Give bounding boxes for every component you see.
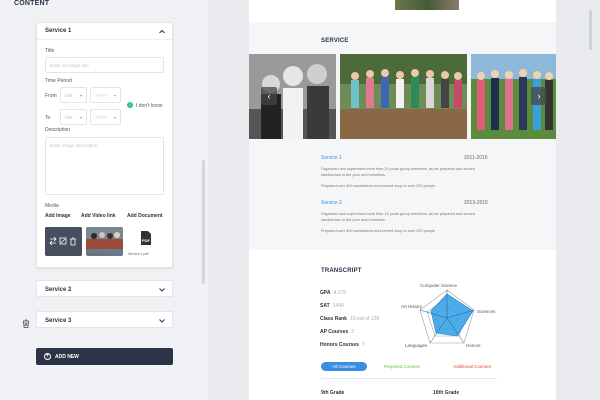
image-thumb-actions xyxy=(45,227,82,256)
to-month-value: MM xyxy=(65,114,73,120)
service-3-title: Service 3 xyxy=(45,317,72,324)
service-3-header[interactable]: Service 3 xyxy=(37,312,172,329)
dont-know-checkbox[interactable]: ✓ xyxy=(127,102,133,108)
time-period-label: Time Period xyxy=(45,78,72,84)
header-photo xyxy=(395,0,459,10)
transcript-row-sat: SAT 1440 xyxy=(320,303,344,309)
grade-9-label: 9th Grade xyxy=(321,390,345,396)
description-placeholder: Enter image description xyxy=(50,143,98,148)
add-video-link[interactable]: Add Video link xyxy=(81,213,116,219)
from-year-select[interactable]: YYYY ▾ xyxy=(90,87,121,103)
transcript-title: TRANSCRIPT xyxy=(321,268,362,274)
service-1-header[interactable]: Service 1 xyxy=(37,23,172,40)
entry-2-text-2: Prepared over 800 sandwiches and served … xyxy=(321,229,435,233)
trash-icon[interactable] xyxy=(22,315,30,328)
add-new-button[interactable]: + ADD NEW xyxy=(36,348,173,365)
to-year-value: YYYY xyxy=(95,114,108,120)
title-input[interactable]: Enter an image title xyxy=(45,57,164,73)
service-1-title: Service 1 xyxy=(45,28,72,34)
service-2-header[interactable]: Service 2 xyxy=(37,281,172,298)
svg-text:PDF: PDF xyxy=(142,238,151,243)
filter-required-courses[interactable]: Required Courses xyxy=(377,362,427,371)
honors-value: 7 xyxy=(361,342,365,348)
title-label: Title xyxy=(45,48,55,54)
transcript-row-honors: Honors Courses 7 xyxy=(320,342,365,348)
video-caption: Service 1.mp4 xyxy=(87,252,110,256)
radar-label-honors: Honors xyxy=(466,343,481,348)
honors-key: Honors Courses xyxy=(320,342,359,348)
service-3-card[interactable]: Service 3 xyxy=(36,311,173,328)
plus-icon: + xyxy=(44,353,51,360)
from-month-value: MM xyxy=(65,92,73,98)
description-textarea[interactable]: Enter image description xyxy=(45,137,164,195)
entry-1-text-2: Prepared over 800 sandwiches and served … xyxy=(321,184,435,188)
radar-label-sciences: Sciences xyxy=(477,309,496,314)
caret-down-icon: ▾ xyxy=(79,92,82,98)
editor-scrollbar[interactable] xyxy=(202,160,205,284)
service-2-card[interactable]: Service 2 xyxy=(36,280,173,297)
content-heading: CONTENT xyxy=(14,0,50,7)
editor-panel: CONTENT Service 1 Title Enter an image t… xyxy=(0,0,208,400)
service-1-card: Service 1 Title Enter an image title Tim… xyxy=(36,22,173,268)
media-label: Media xyxy=(45,203,59,209)
from-label: From xyxy=(45,93,57,99)
radar-label-languages: Languages xyxy=(405,343,428,348)
service-2-title: Service 2 xyxy=(45,286,72,293)
caret-down-icon: ▾ xyxy=(113,114,116,120)
chevron-down-icon[interactable] xyxy=(159,287,165,292)
entry-1-years: 2011-2016 xyxy=(464,155,488,161)
to-month-select[interactable]: MM ▾ xyxy=(60,109,87,125)
add-image-link[interactable]: Add Image xyxy=(45,213,71,219)
radar-label-cs: Computer Science xyxy=(420,283,458,288)
rank-key: Class Rank xyxy=(320,316,347,322)
to-label: To xyxy=(45,115,51,121)
caret-down-icon: ▾ xyxy=(113,92,116,98)
pdf-icon: PDF xyxy=(141,231,151,245)
canvas-gutter-left xyxy=(208,0,249,400)
preview-scrollbar[interactable] xyxy=(589,10,592,50)
filter-all-courses[interactable]: All Courses xyxy=(321,362,367,371)
transcript-row-gpa: GPA 4.175 xyxy=(320,290,346,296)
from-month-select[interactable]: MM ▾ xyxy=(60,87,87,103)
grade-10-label: 10th Grade xyxy=(433,390,460,396)
ap-key: AP Courses xyxy=(320,329,349,335)
add-new-label: ADD NEW xyxy=(55,353,79,360)
carousel-next-button[interactable]: › xyxy=(531,87,547,105)
title-placeholder: Enter an image title xyxy=(50,62,89,68)
ap-value: 2 xyxy=(351,329,355,335)
dont-know-label: I don't know xyxy=(136,103,163,109)
gpa-value: 4.175 xyxy=(333,290,346,296)
entry-2-years: 2013-2015 xyxy=(464,200,488,206)
chevron-down-icon[interactable] xyxy=(159,318,165,323)
rank-value: 10 out of 120 xyxy=(349,316,380,322)
carousel-prev-button[interactable]: ‹ xyxy=(261,87,277,105)
image-thumbnail[interactable] xyxy=(45,227,82,256)
radar-label-art: Art History xyxy=(401,304,423,309)
service-photo-2 xyxy=(340,54,467,139)
add-document-link[interactable]: Add Document xyxy=(127,213,163,219)
transcript-row-rank: Class Rank 10 out of 120 xyxy=(320,316,379,322)
caret-down-icon: ▾ xyxy=(79,114,82,120)
service-section-title: SERVICE xyxy=(321,38,349,44)
document-caption: Service 1.pdf xyxy=(128,252,149,256)
video-thumb-image xyxy=(86,227,123,249)
chevron-up-icon[interactable] xyxy=(159,29,165,34)
entry-1-text: Organized and supervised more than 20 yo… xyxy=(321,167,475,177)
subject-radar-chart xyxy=(419,289,475,344)
entry-2-title[interactable]: Service 2 xyxy=(321,200,342,206)
preview-panel: SERVICE ‹ › Service 1 2011-2016 Organize… xyxy=(249,0,556,400)
gpa-key: GPA xyxy=(320,290,331,296)
to-year-select[interactable]: YYYY ▾ xyxy=(90,109,121,125)
filter-additional-courses[interactable]: Additional Courses xyxy=(447,362,497,371)
description-label: Description xyxy=(45,127,71,133)
entry-2-text: Organized and supervised more than 20 yo… xyxy=(321,212,475,222)
entry-1-title[interactable]: Service 1 xyxy=(321,155,342,161)
transcript-row-ap: AP Courses 2 xyxy=(320,329,354,335)
filter-divider xyxy=(321,378,497,379)
from-year-value: YYYY xyxy=(95,92,108,98)
sat-key: SAT xyxy=(320,303,330,309)
canvas-gutter-right xyxy=(556,0,600,400)
sat-value: 1440 xyxy=(332,303,344,309)
